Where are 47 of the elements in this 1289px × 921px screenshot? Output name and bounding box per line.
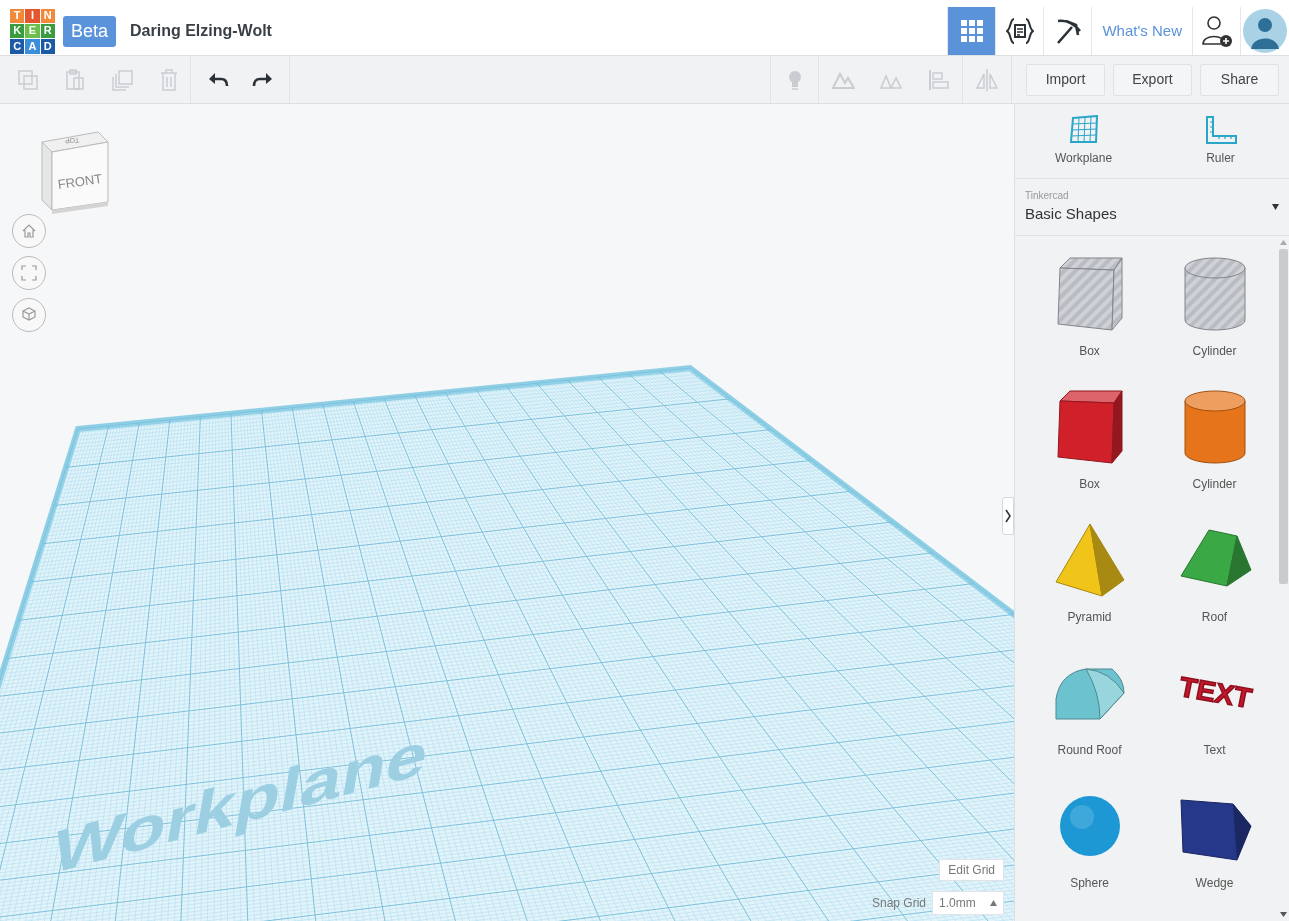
shape-tile[interactable]: Pyramid	[1027, 510, 1152, 643]
text-shape-glyph: TEXT	[1178, 669, 1251, 715]
align-icon	[926, 67, 951, 92]
perspective-button[interactable]	[12, 298, 46, 332]
scroll-up-icon	[1279, 240, 1287, 245]
fit-view-button[interactable]	[12, 256, 46, 290]
library-value: Basic Shapes	[1025, 204, 1118, 225]
up-triangle-icon	[990, 900, 997, 906]
design-title[interactable]: Daring Elzing-Wolt	[130, 19, 272, 43]
shape-tile[interactable]: Cylinder	[1152, 377, 1277, 510]
edit-grid-button[interactable]: Edit Grid	[939, 859, 1004, 881]
shape-tile[interactable]: Sphere	[1027, 776, 1152, 909]
view-cube-drawing[interactable]	[41, 131, 109, 214]
logo[interactable]: T I N K E R C A D	[10, 8, 55, 54]
dropdown-arrow-icon	[1272, 204, 1279, 210]
copy-icon	[15, 67, 40, 92]
cube-front-label: FRONT	[56, 170, 104, 193]
collapse-panel-button[interactable]	[1002, 497, 1014, 535]
avatar-icon[interactable]	[1243, 9, 1287, 53]
chevron-right-icon	[1004, 508, 1012, 524]
toolbar-text-button[interactable]: Share	[1200, 63, 1279, 96]
shape-tile[interactable]: Roof	[1152, 510, 1277, 643]
shape-tile[interactable]: Wedge	[1152, 776, 1277, 909]
library-caption: Tinkercad	[1025, 189, 1070, 204]
beta-badge: Beta	[63, 15, 117, 47]
ruler-tool-button[interactable]: Ruler	[1152, 104, 1289, 178]
shape-tile[interactable]: Box	[1027, 244, 1152, 377]
fit-view-icon	[21, 265, 37, 281]
braces-icon	[1005, 17, 1034, 45]
toolbar-text-button[interactable]: Export	[1113, 63, 1192, 96]
ruler-icon	[1203, 115, 1238, 145]
add-user-icon[interactable]	[1199, 14, 1234, 48]
shape-tile[interactable]: TEXT Text	[1152, 643, 1277, 776]
duplicate-icon	[109, 67, 134, 92]
cube-outline-icon	[21, 307, 37, 323]
home-view-button[interactable]	[12, 214, 46, 248]
snap-grid-select[interactable]: 1.0mm	[932, 891, 1004, 915]
workplane-tool-button[interactable]: Workplane	[1015, 104, 1152, 178]
scroll-down-icon	[1279, 912, 1287, 917]
shape-tile[interactable]: Round Roof	[1027, 643, 1152, 776]
snap-grid-label: Snap Grid	[871, 895, 926, 912]
home-icon	[21, 223, 37, 239]
library-dropdown[interactable]: Tinkercad Basic Shapes	[1015, 179, 1289, 236]
shape-tile[interactable]: Cylinder	[1152, 244, 1277, 377]
shape-tile[interactable]: Box	[1027, 377, 1152, 510]
toolbar-text-button[interactable]: Import	[1026, 63, 1105, 96]
mirror-icon	[975, 67, 999, 92]
